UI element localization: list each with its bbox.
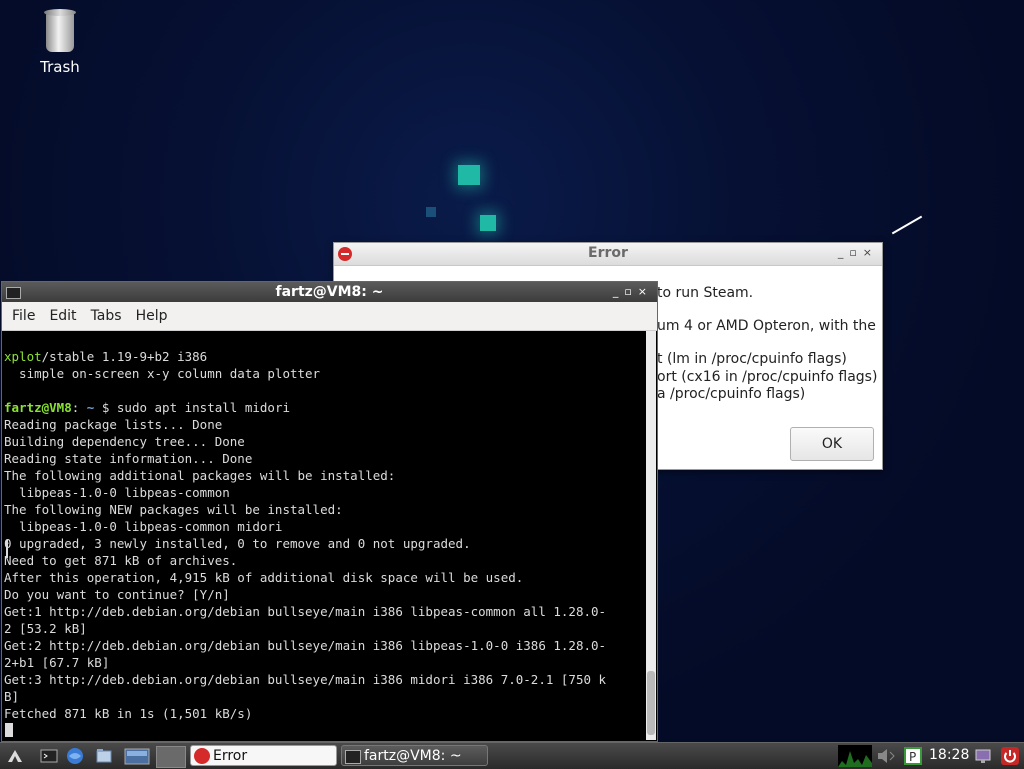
output-line: B] [4, 689, 20, 704]
file-manager-icon[interactable] [95, 747, 113, 765]
terminal-titlebar[interactable]: fartz@VM8: ~ _▫× [2, 282, 657, 302]
browser-launcher-icon[interactable] [66, 747, 84, 765]
close-icon[interactable]: × [638, 285, 653, 298]
desktop-switcher-icon[interactable] [124, 747, 150, 765]
output-line: libpeas-1.0-0 libpeas-common [4, 485, 230, 500]
task-button-terminal[interactable]: fartz@VM8: ~ [341, 745, 488, 766]
terminal-output-area[interactable]: xplot/stable 1.19-9+b2 i386 simple on-sc… [2, 331, 657, 740]
output-line: 0 upgraded, 3 newly installed, 0 to remo… [4, 536, 471, 551]
wallpaper-glow [458, 165, 480, 185]
error-message-line: t (lm in /proc/cpuinfo flags) [657, 351, 847, 367]
mouse-ibeam-cursor [6, 540, 8, 558]
package-updater-icon[interactable]: P [904, 747, 922, 765]
svg-text:P: P [909, 750, 916, 764]
menu-edit[interactable]: Edit [42, 308, 83, 324]
menu-help[interactable]: Help [129, 308, 175, 324]
menu-launcher-icon[interactable] [6, 747, 24, 765]
maximize-icon[interactable]: ▫ [849, 246, 862, 259]
minimize-icon[interactable]: _ [613, 285, 625, 298]
error-icon [194, 748, 210, 764]
volume-icon[interactable] [876, 747, 900, 765]
output-line: Do you want to continue? [Y/n] [4, 587, 230, 602]
output-line: 2+b1 [67.7 kB] [4, 655, 110, 670]
workspace-button[interactable] [156, 746, 186, 768]
minimize-icon[interactable]: _ [838, 246, 850, 259]
trash-desktop-icon[interactable]: Trash [30, 9, 90, 76]
output-line: The following additional packages will b… [4, 468, 396, 483]
wallpaper-glow [480, 215, 496, 231]
error-message-line: to run Steam. [657, 285, 754, 301]
task-label: fartz@VM8: ~ [364, 748, 462, 764]
error-title: Error [588, 245, 628, 261]
power-icon[interactable] [1001, 747, 1019, 765]
wallpaper-streak [891, 215, 923, 235]
task-label: Error [213, 748, 248, 764]
terminal-text: xplot/stable 1.19-9+b2 i386 simple on-sc… [4, 348, 606, 722]
prompt-command: $ sudo apt install midori [94, 400, 290, 415]
trash-icon [44, 9, 76, 52]
cpu-monitor-icon [838, 745, 872, 767]
text-cursor [5, 723, 13, 737]
terminal-window-buttons: _▫× [613, 285, 653, 298]
wallpaper-glow [426, 207, 436, 217]
menu-tabs[interactable]: Tabs [84, 308, 129, 324]
error-message-line: a /proc/cpuinfo flags) [657, 386, 806, 402]
trash-label: Trash [40, 58, 80, 76]
output-line: Get:1 http://deb.debian.org/debian bulls… [4, 604, 607, 619]
error-message-line: ort (cx16 in /proc/cpuinfo flags) [657, 369, 878, 385]
maximize-icon[interactable]: ▫ [624, 285, 637, 298]
package-name: xplot [4, 349, 42, 364]
package-version: /stable 1.19-9+b2 i386 [41, 349, 208, 364]
terminal-scrollbar[interactable] [646, 331, 656, 740]
taskbar: Error fartz@VM8: ~ P 18:28 [0, 742, 1024, 769]
terminal-launcher-icon[interactable] [40, 747, 58, 765]
error-message-line: um 4 or AMD Opteron, with the [657, 318, 876, 334]
ok-button[interactable]: OK [790, 427, 874, 461]
terminal-title: fartz@VM8: ~ [275, 284, 384, 300]
output-line: 2 [53.2 kB] [4, 621, 87, 636]
terminal-menubar: File Edit Tabs Help [2, 302, 657, 331]
terminal-icon [345, 750, 361, 764]
menu-file[interactable]: File [5, 308, 42, 324]
clock[interactable]: 18:28 [929, 747, 969, 763]
error-titlebar[interactable]: Error _▫× [334, 243, 882, 266]
output-line: libpeas-1.0-0 libpeas-common midori [4, 519, 283, 534]
close-icon[interactable]: × [863, 246, 878, 259]
task-button-error[interactable]: Error [190, 745, 337, 766]
package-description: simple on-screen x-y column data plotter [4, 366, 321, 381]
terminal-window: fartz@VM8: ~ _▫× File Edit Tabs Help xpl… [1, 281, 658, 742]
output-line: Reading package lists... Done [4, 417, 223, 432]
error-window-buttons: _▫× [838, 246, 878, 259]
output-line: The following NEW packages will be insta… [4, 502, 343, 517]
output-line: Reading state information... Done [4, 451, 253, 466]
output-line: Fetched 871 kB in 1s (1,501 kB/s) [4, 706, 253, 721]
output-line: Get:3 http://deb.debian.org/debian bulls… [4, 672, 607, 687]
prompt-path: ~ [79, 400, 95, 415]
prompt-user: fartz@VM8 [4, 400, 72, 415]
screen-lock-icon[interactable] [974, 747, 992, 765]
output-line: Get:2 http://deb.debian.org/debian bulls… [4, 638, 607, 653]
output-line: Building dependency tree... Done [4, 434, 245, 449]
scrollbar-thumb[interactable] [647, 671, 655, 735]
output-line: Need to get 871 kB of archives. [4, 553, 238, 568]
output-line: After this operation, 4,915 kB of additi… [4, 570, 524, 585]
